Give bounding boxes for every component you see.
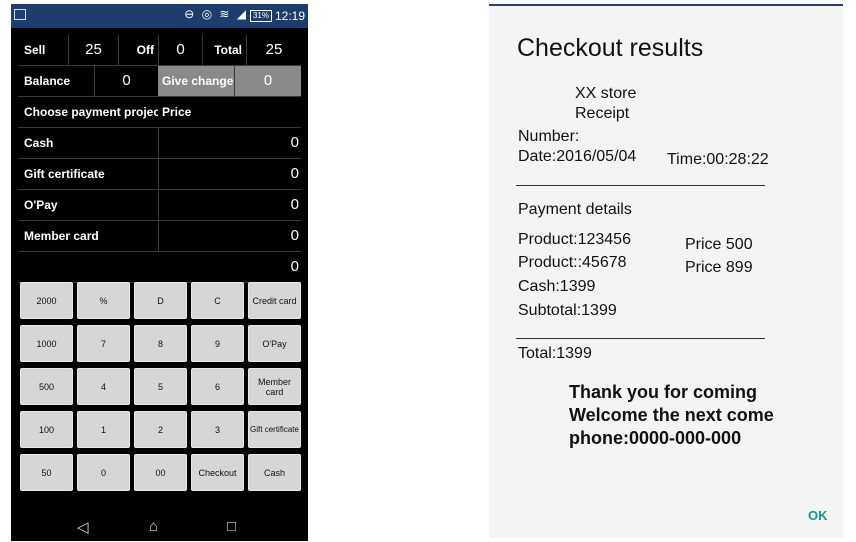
android-nav-bar: ◁ ⌂ □ bbox=[11, 514, 308, 541]
divider bbox=[516, 185, 765, 186]
product-line: Product::45678 bbox=[518, 254, 627, 271]
payment-project-header: Choose payment project bbox=[24, 105, 158, 119]
payment-label: Gift certificate bbox=[24, 167, 105, 181]
key-7[interactable]: 7 bbox=[77, 325, 130, 362]
key-1000[interactable]: 1000 bbox=[20, 325, 73, 362]
receipt-number: Number: bbox=[518, 128, 580, 145]
balance-row: Balance 0 Give change 0 bbox=[18, 66, 301, 97]
receipt-time: Time:00:28:22 bbox=[667, 151, 769, 168]
payment-row[interactable]: O'Pay 0 bbox=[18, 190, 301, 221]
divider bbox=[516, 338, 765, 339]
off-value: 0 bbox=[158, 35, 202, 65]
home-icon[interactable]: ⌂ bbox=[149, 518, 158, 535]
key-500[interactable]: 500 bbox=[20, 368, 73, 405]
total-label: Total bbox=[202, 35, 246, 65]
key-2000[interactable]: 2000 bbox=[20, 282, 73, 319]
payment-row[interactable]: Gift certificate 0 bbox=[18, 159, 301, 190]
key-0[interactable]: 0 bbox=[77, 454, 130, 491]
key-9[interactable]: 9 bbox=[191, 325, 244, 362]
key-100[interactable]: 100 bbox=[20, 411, 73, 448]
gift-certificate-button[interactable]: Gift certificate bbox=[248, 411, 301, 448]
back-icon[interactable]: ◁ bbox=[77, 518, 89, 536]
key-6[interactable]: 6 bbox=[191, 368, 244, 405]
payment-value: 0 bbox=[290, 258, 299, 275]
key-4[interactable]: 4 bbox=[77, 368, 130, 405]
clock: 12:19 bbox=[274, 9, 305, 23]
dialog-title: Checkout results bbox=[517, 34, 704, 62]
payment-header-row: Choose payment project Price bbox=[18, 97, 301, 128]
opay-button[interactable]: O'Pay bbox=[248, 325, 301, 362]
credit-card-button[interactable]: Credit card bbox=[248, 282, 301, 319]
dialog-top-border bbox=[489, 4, 843, 6]
ok-button[interactable]: OK bbox=[808, 508, 828, 523]
notification-icon bbox=[14, 9, 26, 20]
payment-value: 0 bbox=[158, 190, 301, 220]
payment-label: O'Pay bbox=[24, 198, 58, 212]
total-value: 25 bbox=[246, 35, 301, 65]
phone-text: phone:0000-000-000 bbox=[569, 428, 742, 448]
payment-value: 0 bbox=[158, 128, 301, 158]
product-line: Product:123456 bbox=[518, 231, 631, 248]
member-card-button[interactable]: Member card bbox=[248, 368, 301, 405]
cash-line: Cash:1399 bbox=[518, 278, 596, 295]
receipt-date: Date:2016/05/04 bbox=[518, 148, 637, 165]
payment-label: Member card bbox=[24, 229, 99, 243]
payment-value: 0 bbox=[158, 159, 301, 189]
key-c[interactable]: C bbox=[191, 282, 244, 319]
payment-row[interactable]: Cash 0 bbox=[18, 128, 301, 159]
key-00[interactable]: 00 bbox=[134, 454, 187, 491]
off-label: Off bbox=[118, 35, 158, 65]
key-2[interactable]: 2 bbox=[134, 411, 187, 448]
payment-row[interactable]: 0 bbox=[18, 252, 301, 283]
pos-phone-screen: ⊖ ◎ ≋ ◢ 31% 12:19 Sell 25 Off 0 Total 25… bbox=[11, 4, 308, 541]
cash-button[interactable]: Cash bbox=[248, 454, 301, 491]
subtotal-line: Subtotal:1399 bbox=[518, 302, 617, 319]
price-header: Price bbox=[162, 105, 192, 119]
product-price: Price 500 bbox=[685, 236, 753, 253]
balance-label: Balance bbox=[24, 74, 71, 88]
checkout-results-dialog: Checkout results XX store Receipt Number… bbox=[489, 4, 843, 538]
recent-apps-icon[interactable]: □ bbox=[227, 518, 236, 535]
store-name: XX store bbox=[575, 85, 637, 102]
key-percent[interactable]: % bbox=[77, 282, 130, 319]
give-change-label: Give change bbox=[158, 66, 234, 96]
payment-label bbox=[24, 252, 158, 282]
total-line: Total:1399 bbox=[518, 345, 592, 362]
key-8[interactable]: 8 bbox=[134, 325, 187, 362]
key-50[interactable]: 50 bbox=[20, 454, 73, 491]
key-3[interactable]: 3 bbox=[191, 411, 244, 448]
product-price: Price 899 bbox=[685, 259, 753, 276]
checkout-button[interactable]: Checkout bbox=[191, 454, 244, 491]
payment-value: 0 bbox=[158, 221, 301, 251]
welcome-text: Welcome the next come bbox=[569, 405, 774, 425]
receipt-label: Receipt bbox=[575, 105, 630, 122]
status-bar: ⊖ ◎ ≋ ◢ 31% 12:19 bbox=[11, 4, 308, 28]
sell-label: Sell bbox=[24, 43, 46, 57]
key-d[interactable]: D bbox=[134, 282, 187, 319]
payment-row[interactable]: Member card 0 bbox=[18, 221, 301, 252]
battery-icon: 31% bbox=[249, 10, 272, 22]
key-5[interactable]: 5 bbox=[134, 368, 187, 405]
status-icons: ⊖ ◎ ≋ ◢ bbox=[184, 7, 248, 21]
balance-value: 0 bbox=[94, 66, 158, 96]
key-1[interactable]: 1 bbox=[77, 411, 130, 448]
totals-row: Sell 25 Off 0 Total 25 bbox=[18, 35, 301, 66]
thank-you-text: Thank you for coming bbox=[569, 382, 758, 402]
payment-label: Cash bbox=[24, 136, 54, 150]
give-change-value: 0 bbox=[234, 66, 301, 96]
sell-value: 25 bbox=[68, 35, 118, 65]
payment-details-title: Payment details bbox=[518, 201, 632, 218]
summary-grid: Sell 25 Off 0 Total 25 Balance 0 Give ch… bbox=[18, 35, 301, 283]
